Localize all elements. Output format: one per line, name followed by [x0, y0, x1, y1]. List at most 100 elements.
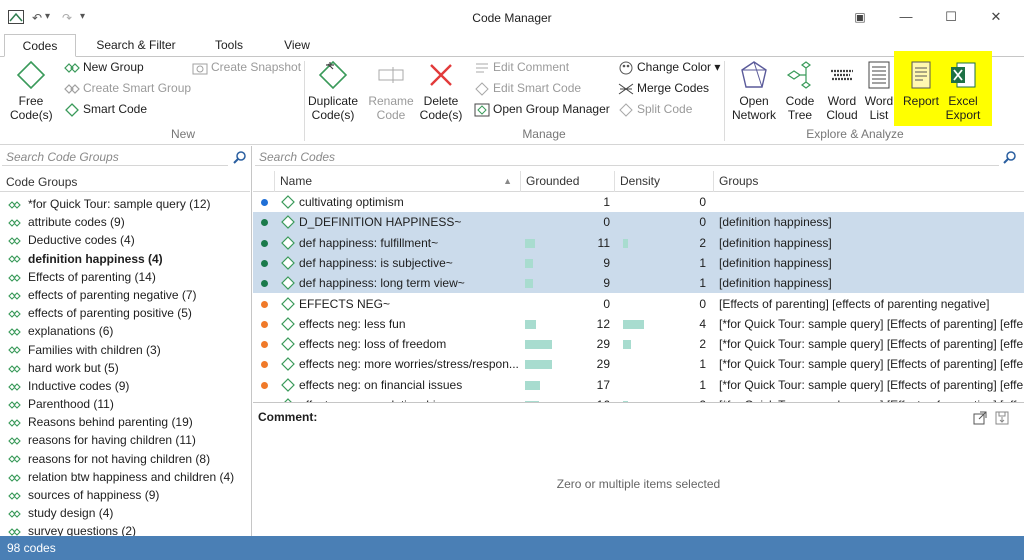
list-item[interactable]: effects of parenting negative (7) [0, 286, 250, 304]
create-snapshot-button[interactable]: Create Snapshot [192, 57, 301, 77]
edit-smart-code-button[interactable]: Edit Smart Code [474, 78, 581, 98]
search-codes-input[interactable]: Search Codes [255, 148, 999, 166]
merge-icon [618, 83, 634, 95]
table-row[interactable]: def happiness: fulfillment~ 11 2 [definitio… [253, 232, 1024, 253]
edit-comment-button[interactable]: Edit Comment [474, 57, 569, 77]
list-item[interactable]: Deductive codes (4) [0, 231, 250, 249]
tab-codes[interactable]: Codes [4, 34, 76, 57]
list-item[interactable]: Reasons behind parenting (19) [0, 413, 250, 431]
list-item[interactable]: hard work but (5) [0, 359, 250, 377]
column-groups[interactable]: Groups [714, 171, 1024, 192]
free-codes-icon [16, 60, 46, 90]
list-item[interactable]: definition happiness (4) [0, 250, 250, 268]
undo-dropdown[interactable]: ▾ [45, 11, 50, 22]
search-icon[interactable] [1003, 150, 1017, 164]
word-list-button[interactable]: Word List [862, 59, 896, 122]
smart-code-button[interactable]: Smart Code [64, 99, 147, 119]
table-row[interactable]: EFFECTS NEG~ 0 0 [Effects of parenting] [ef… [253, 294, 1024, 314]
redo-button[interactable]: ↷ [62, 11, 72, 25]
table-row[interactable]: cultivating optimism 1 0 [253, 192, 1024, 212]
tab-view[interactable]: View [272, 34, 322, 57]
delete-codes-button[interactable]: Delete Code(s) [418, 59, 464, 122]
code-group-icon [8, 201, 21, 209]
codes-pane: Search Codes Name ▲ Grounded Density Gro… [253, 146, 1024, 536]
table-row[interactable]: effects neg: on relationships162 [*for Qu… [253, 395, 1024, 402]
column-name[interactable]: Name ▲ [275, 171, 521, 192]
report-button[interactable]: Report [900, 59, 942, 108]
maximize-button[interactable]: ☐ [943, 9, 959, 25]
grounded-value: 12 [596, 316, 610, 331]
code-icon [281, 235, 295, 250]
pin-button[interactable]: ▣ [852, 9, 868, 25]
code-name: EFFECTS NEG~ [299, 296, 391, 311]
status-bar: 98 codes [0, 536, 1024, 560]
table-header: Name ▲ Grounded Density Groups [253, 171, 1024, 192]
density-value: 0 [699, 195, 706, 209]
list-item[interactable]: Families with children (3) [0, 341, 250, 359]
customize-toolbar-button[interactable]: ▾ [80, 11, 85, 22]
list-item[interactable]: relation btw happiness and children (4) [0, 468, 250, 486]
list-item[interactable]: survey questions (2) [0, 522, 250, 536]
duplicate-codes-button[interactable]: Duplicate Code(s) [308, 59, 358, 122]
merge-codes-button[interactable]: Merge Codes [618, 78, 709, 98]
table-row[interactable]: effects neg: loss of freedom 29 2 [*for Qui… [253, 334, 1024, 354]
excel-export-button[interactable]: Excel Export [944, 59, 982, 122]
search-code-groups-input[interactable]: Search Code Groups [2, 148, 228, 166]
code-name: D_DEFINITION HAPPINESS~ [299, 215, 462, 230]
list-item[interactable]: effects of parenting positive (5) [0, 304, 250, 322]
table-row[interactable]: effects neg: less fun 12 4 [*for Quick Tour… [253, 314, 1024, 334]
grounded-value: 1 [603, 195, 610, 209]
free-codes-button[interactable]: Free Code(s) [10, 59, 53, 122]
table-row[interactable]: effects neg: more worries/stress/respon.… [253, 354, 1024, 374]
density-value: 0 [699, 296, 706, 311]
code-groups-pane: Search Code Groups Code Groups *for Quic… [0, 146, 252, 536]
list-item[interactable]: reasons for not having children (8) [0, 450, 250, 468]
search-icon[interactable] [233, 150, 247, 164]
word-cloud-button[interactable]: Word Cloud [824, 59, 860, 122]
list-item[interactable]: Inductive codes (9) [0, 377, 250, 395]
save-icon[interactable] [995, 411, 1009, 425]
comment-label: Comment: [258, 410, 318, 424]
table-row[interactable]: def happiness: is subjective~ 9 1 [definiti… [253, 252, 1024, 274]
rename-code-button[interactable]: Rename Code [368, 59, 414, 122]
new-group-button[interactable]: New Group [64, 57, 144, 77]
list-item[interactable]: reasons for having children (11) [0, 431, 250, 449]
tab-tools[interactable]: Tools [204, 34, 254, 57]
code-groups-header[interactable]: Code Groups [0, 172, 250, 192]
close-button[interactable]: ✕ [988, 9, 1004, 25]
open-group-manager-button[interactable]: Open Group Manager [474, 99, 610, 119]
popout-icon[interactable] [973, 411, 987, 425]
change-color-button[interactable]: Change Color ▾ [618, 57, 720, 77]
list-item[interactable]: attribute codes (9) [0, 213, 250, 231]
column-grounded[interactable]: Grounded [521, 171, 615, 192]
undo-button[interactable]: ↶ [32, 11, 42, 25]
code-tree-button[interactable]: Code Tree [782, 59, 818, 122]
code-icon [281, 256, 295, 270]
density-value: 1 [699, 377, 706, 392]
split-code-button[interactable]: Split Code [618, 99, 692, 119]
code-color-dot [261, 219, 268, 227]
list-item[interactable]: explanations (6) [0, 322, 250, 340]
minimize-button[interactable]: — [898, 9, 914, 25]
table-row[interactable]: def happiness: long term view~ 9 1 [definit… [253, 273, 1024, 294]
code-tree-icon [786, 61, 811, 89]
tab-search-filter[interactable]: Search & Filter [88, 34, 184, 57]
create-smart-group-button[interactable]: Create Smart Group [64, 78, 191, 98]
smart-code-icon [65, 102, 79, 117]
density-value: 2 [699, 235, 706, 250]
code-icon [281, 377, 295, 392]
open-network-button[interactable]: Open Network [728, 59, 780, 122]
column-density[interactable]: Density [615, 171, 714, 192]
code-name: effects neg: on financial issues [299, 377, 463, 392]
column-color[interactable] [253, 171, 275, 192]
table-row[interactable]: effects neg: on financial issues 17 1 [*for… [253, 375, 1024, 395]
list-item[interactable]: sources of happiness (9) [0, 486, 250, 504]
code-group-icon [8, 328, 21, 336]
list-item[interactable]: Effects of parenting (14) [0, 268, 250, 286]
list-item[interactable]: study design (4) [0, 504, 250, 522]
group-label-manage: Manage [522, 127, 566, 141]
list-item[interactable]: Parenthood (11) [0, 395, 250, 413]
rename-icon [378, 67, 404, 83]
table-row[interactable]: D_DEFINITION HAPPINESS~ 0 0 [definition hap… [253, 212, 1024, 233]
list-item[interactable]: *for Quick Tour: sample query (12) [0, 195, 250, 213]
